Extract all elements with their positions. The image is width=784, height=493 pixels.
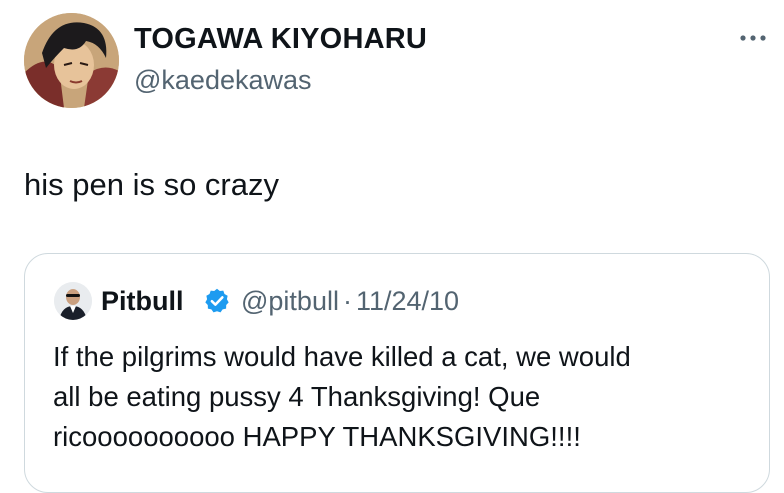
author-display-name[interactable]: TOGAWA KIYOHARU (134, 22, 427, 56)
quoted-text-line: all be eating pussy 4 Thanksgiving! Que (53, 381, 541, 412)
quoted-author-avatar-image (54, 282, 92, 320)
author-avatar[interactable] (24, 13, 119, 108)
quoted-text-line: If the pilgrims would have killed a cat,… (53, 341, 631, 372)
quoted-tweet-text: If the pilgrims would have killed a cat,… (53, 337, 753, 457)
quoted-handle[interactable]: @pitbull (241, 286, 339, 316)
quoted-text-line: ricoooooooooo HAPPY THANKSGIVING!!!! (53, 421, 581, 452)
quoted-display-name[interactable]: Pitbull (101, 284, 184, 318)
tweet-text: his pen is so crazy (24, 167, 279, 202)
author-avatar-image (24, 13, 119, 108)
quoted-author-avatar[interactable] (54, 282, 92, 320)
quoted-tweet-card[interactable]: Pitbull @pitbull · 11/24/10 If the pilgrim… (24, 253, 770, 493)
meta-separator: · (342, 286, 352, 316)
author-handle[interactable]: @kaedekawas (134, 64, 312, 96)
quoted-date[interactable]: 11/24/10 (356, 286, 459, 316)
more-dots-icon[interactable] (736, 28, 770, 48)
verified-badge-icon (203, 287, 231, 315)
quoted-meta: @pitbull · 11/24/10 (241, 284, 459, 318)
